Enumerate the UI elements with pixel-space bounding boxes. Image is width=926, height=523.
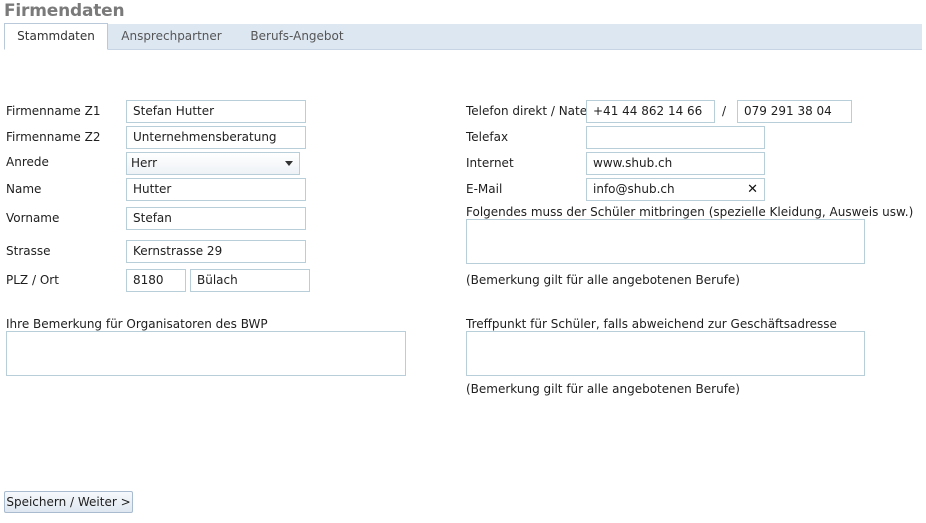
firmenname-z1-label: Firmenname Z1 [6,104,101,118]
firmenname-z2-input[interactable]: Unternehmensberatung [126,126,306,149]
telefon-label: Telefon direkt / Natel [466,104,591,118]
name-input[interactable]: Hutter [126,178,306,201]
plz-input[interactable]: 8180 [126,269,186,292]
anrede-value: Herr [131,156,158,170]
internet-input[interactable]: www.shub.ch [586,152,765,175]
name-label: Name [6,182,42,196]
telefon-separator: / [722,104,727,118]
telefax-input[interactable] [586,126,765,149]
telefax-label: Telefax [466,130,509,144]
firmenname-z2-label: Firmenname Z2 [6,130,101,144]
clear-icon[interactable]: ✕ [747,179,758,200]
vorname-label: Vorname [6,211,60,225]
page-title: Firmendaten [4,1,125,21]
email-value: info@shub.ch [593,182,675,196]
tab-berufs-angebot[interactable]: Berufs-Angebot [242,24,352,49]
anrede-select[interactable]: Herr [126,152,300,175]
email-label: E-Mail [466,182,503,196]
chevron-down-icon [285,161,293,166]
mitbringen-note: (Bemerkung gilt für alle angebotenen Ber… [466,273,740,287]
firmenname-z1-input[interactable]: Stefan Hutter [126,100,306,123]
treffpunkt-label: Treffpunkt für Schüler, falls abweichend… [466,317,837,331]
treffpunkt-note: (Bemerkung gilt für alle angebotenen Ber… [466,382,740,396]
bemerkung-organisatoren-textarea[interactable] [6,331,406,376]
ort-input[interactable]: Bülach [190,269,310,292]
mitbringen-textarea[interactable] [466,219,865,264]
plz-ort-label: PLZ / Ort [6,273,59,287]
anrede-label: Anrede [6,155,49,169]
tab-bar: Stammdaten Ansprechpartner Berufs-Angebo… [4,23,922,50]
internet-label: Internet [466,156,514,170]
natel-input[interactable]: 079 291 38 04 [737,100,852,123]
treffpunkt-textarea[interactable] [466,331,865,376]
save-continue-button[interactable]: Speichern / Weiter > [4,491,133,513]
tab-stammdaten[interactable]: Stammdaten [4,23,108,50]
email-input[interactable]: info@shub.ch ✕ [586,178,765,201]
strasse-label: Strasse [6,244,51,258]
telefon-direkt-input[interactable]: +41 44 862 14 66 [586,100,715,123]
tab-ansprechpartner[interactable]: Ansprechpartner [114,24,229,49]
bemerkung-organisatoren-label: Ihre Bemerkung für Organisatoren des BWP [6,317,268,331]
strasse-input[interactable]: Kernstrasse 29 [126,240,306,263]
mitbringen-label: Folgendes muss der Schüler mitbringen (s… [466,205,914,219]
vorname-input[interactable]: Stefan [126,207,306,230]
